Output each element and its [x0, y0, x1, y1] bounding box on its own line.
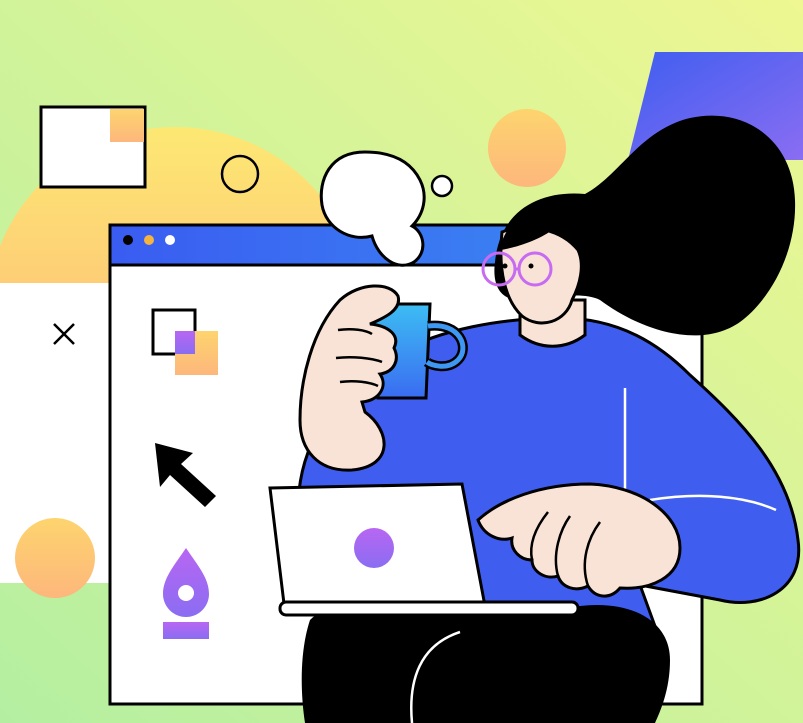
window-dot-minimize[interactable]	[144, 235, 154, 245]
eye-right	[528, 263, 534, 269]
laptop-logo	[354, 528, 394, 568]
eye-left	[502, 263, 508, 269]
orange-dot	[488, 109, 566, 187]
illustration-canvas	[0, 0, 803, 723]
floating-square-accent	[110, 109, 144, 142]
window-dot-maximize[interactable]	[165, 235, 175, 245]
outline-circle-small	[430, 174, 454, 198]
legs	[301, 602, 670, 723]
window-dot-close[interactable]	[123, 235, 133, 245]
small-sun-circle	[15, 518, 95, 598]
